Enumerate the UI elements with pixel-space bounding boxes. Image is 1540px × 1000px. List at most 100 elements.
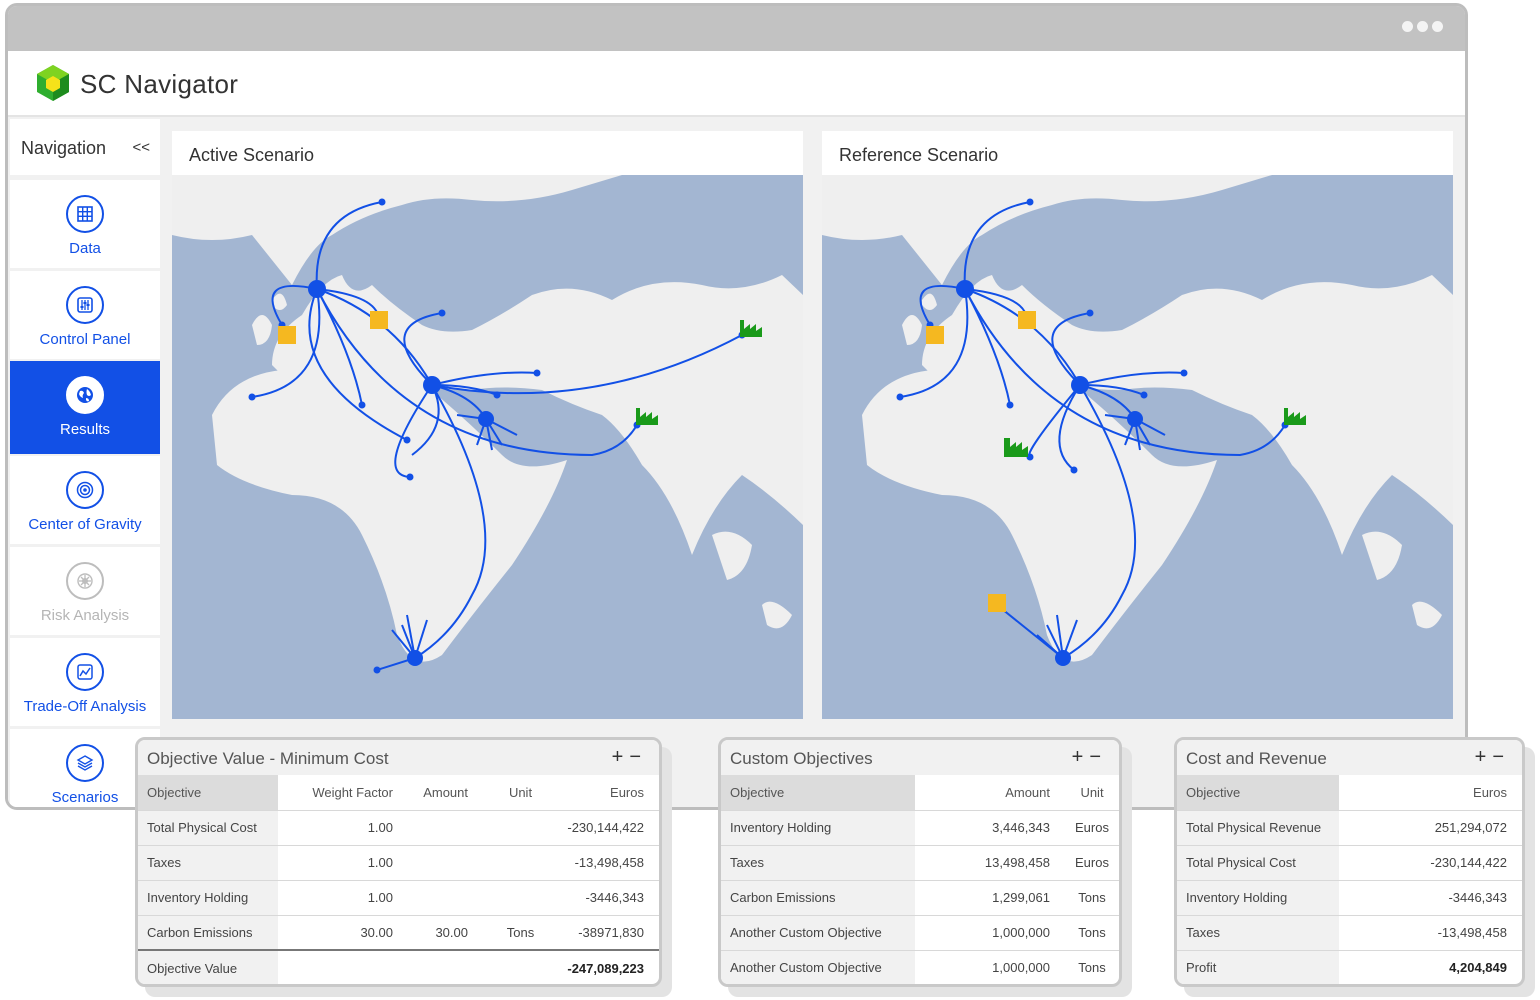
column-header: Euros bbox=[1339, 775, 1522, 810]
card-controls: +− bbox=[1475, 746, 1510, 769]
amount-cell bbox=[408, 809, 483, 845]
column-header: Objective bbox=[721, 775, 915, 810]
column-header: Weight Factor bbox=[278, 775, 408, 810]
sidebar-item-label: Center of Gravity bbox=[28, 516, 142, 533]
sidebar-item-label: Risk Analysis bbox=[40, 607, 130, 624]
objective-value-card: Objective Value - Minimum Cost +− Object… bbox=[135, 737, 662, 987]
euros-cell: -13,498,458 bbox=[1339, 914, 1522, 950]
euros-cell: -230,144,422 bbox=[558, 809, 659, 845]
window-menu-dots-icon[interactable] bbox=[1402, 21, 1443, 32]
column-header: Objective bbox=[138, 775, 278, 810]
window-titlebar bbox=[8, 6, 1465, 51]
table-row: Inventory Holding -3446,343 bbox=[1177, 879, 1522, 915]
euros-cell: -3446,343 bbox=[1339, 879, 1522, 915]
navigation-title: Navigation bbox=[21, 138, 107, 158]
objective-cell: Taxes bbox=[721, 844, 915, 880]
objective-cell: Total Physical Cost bbox=[1177, 844, 1339, 880]
unit-cell bbox=[483, 949, 558, 984]
euros-cell: -230,144,422 bbox=[1339, 844, 1522, 880]
amount-cell: 1,000,000 bbox=[915, 949, 1065, 984]
table-row: Another Custom Objective 1,000,000 Tons bbox=[721, 949, 1119, 984]
table-header-row: Objective Euros bbox=[1177, 775, 1522, 810]
profit-value: 4,204,849 bbox=[1339, 949, 1522, 984]
objective-cell: Objective Value bbox=[138, 949, 278, 984]
reference-scenario-map[interactable] bbox=[822, 175, 1453, 719]
reference-scenario-title: Reference Scenario bbox=[839, 145, 999, 165]
custom-objectives-card: Custom Objectives +− Objective Amount Un… bbox=[718, 737, 1122, 987]
sidebar-item-label: Trade-Off Analysis bbox=[23, 698, 147, 715]
unit-cell bbox=[483, 809, 558, 845]
amount-cell: 3,446,343 bbox=[915, 809, 1065, 845]
globe-icon bbox=[66, 376, 104, 414]
collapse-button[interactable]: − bbox=[629, 746, 647, 768]
card-title: Cost and Revenue bbox=[1186, 749, 1327, 768]
target-icon bbox=[66, 471, 104, 509]
sidebar-item-control-panel[interactable]: Control Panel bbox=[10, 271, 160, 359]
table-row: Another Custom Objective 1,000,000 Tons bbox=[721, 914, 1119, 950]
app-header: SC Navigator bbox=[8, 51, 1465, 117]
custom-objectives-table: Objective Amount Unit Inventory Holding … bbox=[721, 775, 1119, 984]
sidebar-item-trade-off-analysis[interactable]: Trade-Off Analysis bbox=[10, 638, 160, 726]
expand-button[interactable]: + bbox=[612, 746, 630, 768]
unit-cell: Tons bbox=[1065, 879, 1119, 915]
navigation-header: Navigation << bbox=[10, 119, 160, 175]
collapse-button[interactable]: − bbox=[1492, 746, 1510, 768]
sidebar-item-label: Results bbox=[59, 421, 111, 438]
column-header: Unit bbox=[1065, 775, 1119, 810]
table-row: Taxes 1.00 -13,498,458 bbox=[138, 844, 659, 880]
unit-cell: Euros bbox=[1065, 809, 1119, 845]
objective-value-table: Objective Weight Factor Amount Unit Euro… bbox=[138, 775, 659, 984]
expand-button[interactable]: + bbox=[1072, 746, 1090, 768]
table-row: Total Physical Cost 1.00 -230,144,422 bbox=[138, 809, 659, 845]
sliders-icon bbox=[66, 286, 104, 324]
objective-cell: Total Physical Cost bbox=[138, 809, 278, 845]
table-row: Total Physical Revenue 251,294,072 bbox=[1177, 809, 1522, 845]
column-header: Unit bbox=[483, 775, 558, 810]
euros-cell: -13,498,458 bbox=[558, 844, 659, 880]
sidebar-item-center-of-gravity[interactable]: Center of Gravity bbox=[10, 456, 160, 544]
app-logo-icon bbox=[37, 65, 69, 101]
table-row: Profit 4,204,849 bbox=[1177, 949, 1522, 984]
objective-cell: Inventory Holding bbox=[138, 879, 278, 915]
expand-button[interactable]: + bbox=[1475, 746, 1493, 768]
app-window: SC Navigator Navigation << Data Control … bbox=[5, 3, 1468, 810]
weight-cell bbox=[278, 949, 408, 984]
unit-cell: Tons bbox=[1065, 949, 1119, 984]
objective-cell: Total Physical Revenue bbox=[1177, 809, 1339, 845]
sidebar-item-data[interactable]: Data bbox=[10, 180, 160, 268]
sidebar-item-results[interactable]: Results bbox=[10, 361, 160, 454]
objective-cell: Another Custom Objective bbox=[721, 914, 915, 950]
card-controls: +− bbox=[1072, 746, 1107, 769]
objective-cell: Carbon Emissions bbox=[138, 914, 278, 950]
card-header: Objective Value - Minimum Cost +− bbox=[138, 740, 659, 775]
amount-cell: 30.00 bbox=[408, 914, 483, 950]
euros-cell: -38971,830 bbox=[558, 914, 659, 950]
objective-cell: Taxes bbox=[1177, 914, 1339, 950]
active-scenario-title: Active Scenario bbox=[189, 145, 315, 165]
total-row: Objective Value -247,089,223 bbox=[138, 949, 659, 984]
risk-icon bbox=[66, 562, 104, 600]
unit-cell bbox=[483, 844, 558, 880]
objective-cell: Another Custom Objective bbox=[721, 949, 915, 984]
sidebar: Navigation << Data Control Panel Results… bbox=[8, 119, 160, 807]
table-row: Inventory Holding 3,446,343 Euros bbox=[721, 809, 1119, 845]
active-scenario-map[interactable] bbox=[172, 175, 803, 719]
objective-cell: Profit bbox=[1177, 949, 1339, 984]
amount-cell bbox=[408, 949, 483, 984]
euros-cell: 251,294,072 bbox=[1339, 809, 1522, 845]
column-header: Objective bbox=[1177, 775, 1339, 810]
column-header: Amount bbox=[915, 775, 1065, 810]
unit-cell: Tons bbox=[483, 914, 558, 950]
collapse-sidebar-button[interactable]: << bbox=[132, 139, 150, 156]
weight-cell: 30.00 bbox=[278, 914, 408, 950]
weight-cell: 1.00 bbox=[278, 809, 408, 845]
unit-cell: Euros bbox=[1065, 844, 1119, 880]
objective-cell: Inventory Holding bbox=[721, 809, 915, 845]
euros-cell: -3446,343 bbox=[558, 879, 659, 915]
chart-icon bbox=[66, 653, 104, 691]
collapse-button[interactable]: − bbox=[1089, 746, 1107, 768]
amount-cell: 13,498,458 bbox=[915, 844, 1065, 880]
sidebar-item-risk-analysis[interactable]: Risk Analysis bbox=[10, 547, 160, 635]
sidebar-item-label: Data bbox=[69, 240, 101, 257]
table-row: Total Physical Cost -230,144,422 bbox=[1177, 844, 1522, 880]
